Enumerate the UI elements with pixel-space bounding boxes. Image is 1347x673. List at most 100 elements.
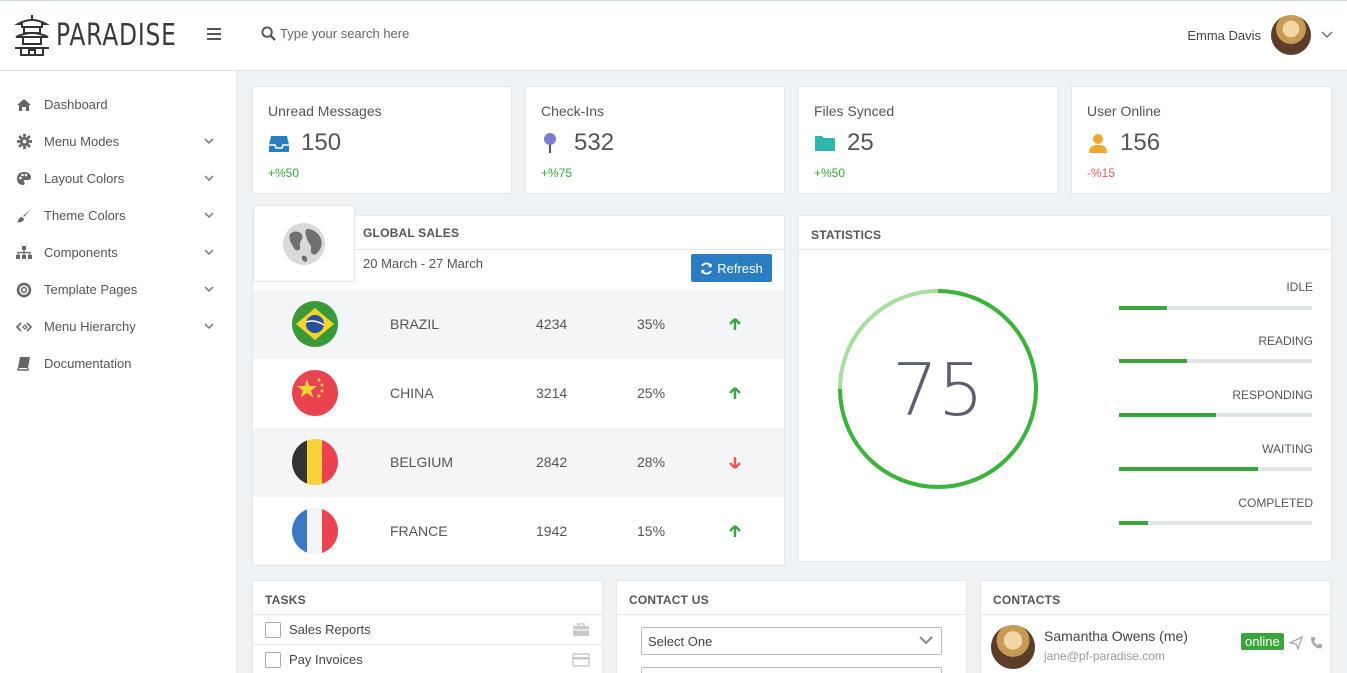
sitemap-icon <box>16 245 32 261</box>
stat-title: Unread Messages <box>268 103 382 119</box>
stat-change: -%15 <box>1087 166 1116 180</box>
task-checkbox[interactable] <box>265 621 281 638</box>
user-icon <box>1089 134 1107 153</box>
sales-percent: 25% <box>637 385 666 401</box>
sidebar-item-template-pages[interactable]: Template Pages <box>0 271 236 308</box>
tasks-title: TASKS <box>265 593 306 607</box>
topbar: PARADISE Emma Davis <box>0 0 1347 71</box>
book-icon <box>16 356 32 372</box>
contact-name-input[interactable] <box>641 667 942 673</box>
sales-value: 1942 <box>536 523 568 539</box>
sidebar-item-label: Documentation <box>44 356 132 371</box>
contact-us-panel: CONTACT US Select One <box>616 580 967 673</box>
chevron-down-icon <box>204 249 214 256</box>
brush-icon <box>16 208 32 224</box>
progress-bar <box>1119 359 1312 363</box>
sidebar: Dashboard Menu Modes Layout Colors Theme… <box>0 71 237 673</box>
stat-title: Check-Ins <box>541 103 605 119</box>
sidebar-item-label: Menu Hierarchy <box>44 319 136 334</box>
sales-percent: 35% <box>637 316 666 332</box>
sidebar-item-theme-colors[interactable]: Theme Colors <box>0 197 236 234</box>
logo-text: PARADISE <box>56 17 177 53</box>
stat-card-check-ins: Check-Ins 532 +%75 <box>525 86 785 194</box>
sidebar-item-components[interactable]: Components <box>0 234 236 271</box>
statistics-panel: STATISTICS 75 IDLE READING RESPONDING WA… <box>798 215 1332 562</box>
sidebar-item-dashboard[interactable]: Dashboard <box>0 86 236 123</box>
country-name: FRANCE <box>390 523 448 539</box>
contact-us-title: CONTACT US <box>629 593 709 607</box>
sidebar-item-menu-hierarchy[interactable]: Menu Hierarchy <box>0 308 236 345</box>
table-row[interactable]: CHINA 3214 25% <box>253 359 784 428</box>
stat-change: +%50 <box>268 166 300 180</box>
stat-change: +%50 <box>814 166 846 180</box>
search-icon <box>261 26 276 41</box>
life-ring-icon <box>16 282 32 298</box>
contact-name: Samantha Owens (me) <box>1044 628 1188 644</box>
contact-us-header: CONTACT US <box>617 581 966 615</box>
send-icon[interactable] <box>1289 636 1303 650</box>
logo[interactable]: PARADISE <box>12 13 211 57</box>
pagoda-logo-icon <box>14 15 50 56</box>
belgium-flag-icon <box>292 439 338 485</box>
stat-title: Files Synced <box>814 103 895 119</box>
globe-box <box>253 205 355 282</box>
briefcase-icon <box>573 622 589 636</box>
stat-value: 150 <box>301 129 342 156</box>
chevron-down-icon <box>919 636 933 645</box>
arrow-down-icon <box>729 457 741 469</box>
contact-select[interactable]: Select One <box>641 627 942 655</box>
task-checkbox[interactable] <box>265 651 281 668</box>
search-input[interactable] <box>280 26 500 41</box>
stat-value: 532 <box>574 129 615 156</box>
progress-bar <box>1119 306 1312 310</box>
code-icon <box>16 319 32 335</box>
task-label: Pay Invoices <box>289 652 363 667</box>
bar-label-reading: READING <box>1258 334 1313 348</box>
phone-icon[interactable] <box>1310 636 1322 649</box>
table-row[interactable]: BRAZIL 4234 35% <box>253 290 784 359</box>
refresh-icon <box>701 262 713 274</box>
contact-email: jane@pf-paradise.com <box>1044 649 1165 663</box>
progress-bar <box>1119 467 1312 471</box>
contacts-title: CONTACTS <box>993 593 1061 607</box>
chevron-down-icon <box>204 138 214 145</box>
brazil-flag-icon <box>292 301 338 347</box>
france-flag-icon <box>292 508 338 554</box>
refresh-button[interactable]: Refresh <box>691 254 772 282</box>
stat-card-unread-messages: Unread Messages 150 +%50 <box>252 86 512 194</box>
contact-avatar <box>991 625 1035 669</box>
global-sales-title: GLOBAL SALES <box>363 226 460 240</box>
credit-card-icon <box>572 652 590 667</box>
sales-percent: 15% <box>637 523 666 539</box>
table-row[interactable]: BELGIUM 2842 28% <box>253 428 784 497</box>
gear-icon <box>16 134 32 150</box>
refresh-label: Refresh <box>717 260 763 276</box>
menu-toggle-button[interactable] <box>207 28 221 41</box>
inbox-icon <box>269 136 289 152</box>
stat-card-user-online: User Online 156 -%15 <box>1071 86 1332 194</box>
sidebar-item-layout-colors[interactable]: Layout Colors <box>0 160 236 197</box>
sidebar-item-label: Layout Colors <box>44 171 125 186</box>
sales-percent: 28% <box>637 454 666 470</box>
arrow-up-icon <box>729 525 741 537</box>
stat-value: 156 <box>1120 129 1161 156</box>
bar-label-completed: COMPLETED <box>1238 496 1313 510</box>
table-row[interactable]: FRANCE 1942 15% <box>253 497 784 566</box>
statistics-title: STATISTICS <box>811 228 882 242</box>
task-item[interactable]: Sales Reports <box>253 615 602 645</box>
country-name: CHINA <box>390 385 434 401</box>
arrow-up-icon <box>729 387 741 399</box>
chevron-down-icon[interactable] <box>1321 31 1333 39</box>
statistics-header: STATISTICS <box>799 216 1331 250</box>
task-item[interactable]: Pay Invoices <box>253 645 602 673</box>
arrow-up-icon <box>729 318 741 330</box>
globe-icon <box>283 222 325 265</box>
user-menu[interactable]: Emma Davis <box>1187 15 1333 55</box>
user-avatar[interactable] <box>1271 15 1311 55</box>
stat-card-files-synced: Files Synced 25 +%50 <box>798 86 1058 194</box>
sidebar-item-menu-modes[interactable]: Menu Modes <box>0 123 236 160</box>
sidebar-item-documentation[interactable]: Documentation <box>0 345 236 382</box>
sales-value: 4234 <box>536 316 568 332</box>
tasks-panel: TASKS Sales Reports Pay Invoices <box>252 580 603 673</box>
bar-label-responding: RESPONDING <box>1232 388 1313 402</box>
